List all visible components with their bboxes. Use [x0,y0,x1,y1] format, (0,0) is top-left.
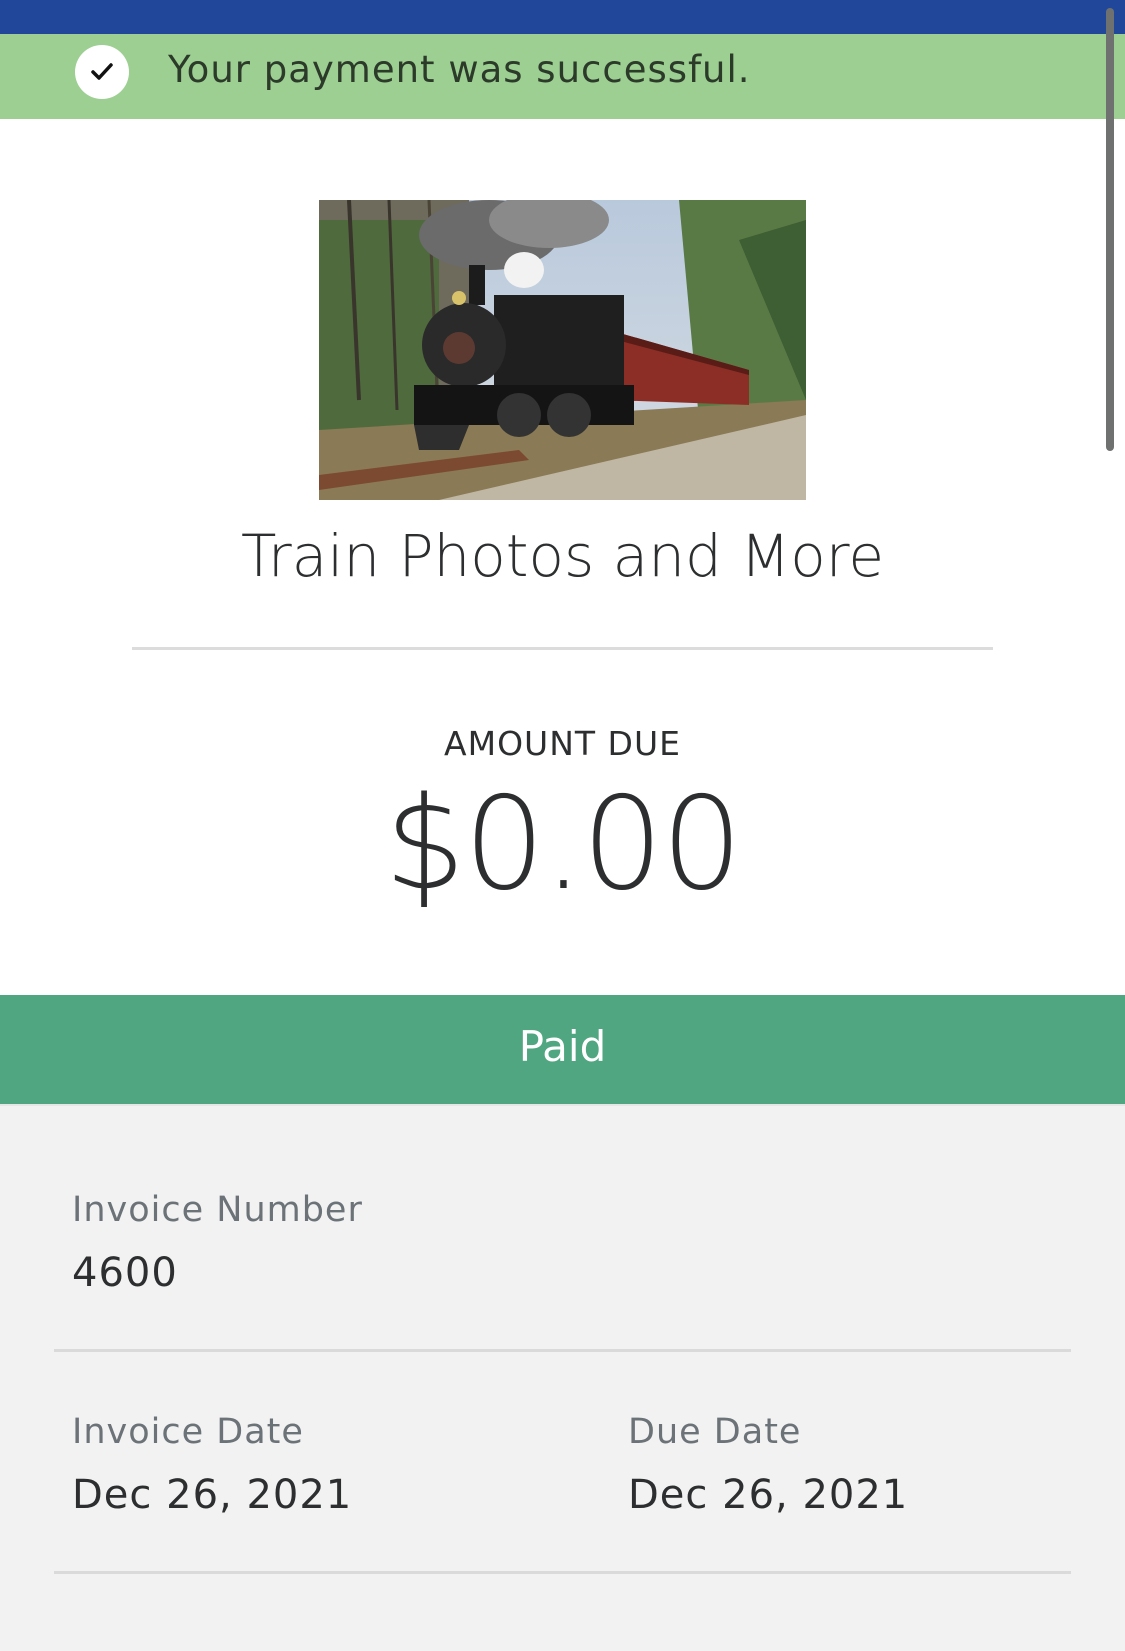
merchant-hero-image [319,200,806,500]
check-icon [91,63,113,80]
header-divider [132,647,993,650]
top-status-strip [0,0,1125,34]
success-check-badge [75,45,129,99]
invoice-details-panel [0,1104,1125,1651]
banner-message: Your payment was successful. [168,48,751,91]
details-divider [54,1349,1071,1352]
invoice-date-value: Dec 26, 2021 [72,1472,353,1518]
due-date-value: Dec 26, 2021 [628,1472,909,1518]
amount-due-label: AMOUNT DUE [444,724,681,763]
invoice-number-label: Invoice Number [72,1190,363,1230]
merchant-name: Train Photos and More [240,522,885,590]
paid-status-label: Paid [518,1022,607,1071]
details-divider-bottom [54,1571,1071,1574]
steam-locomotive-photo [319,200,806,500]
invoice-date-label: Invoice Date [72,1412,304,1452]
amount-due-value: $0.00 [384,770,742,919]
scrollbar[interactable] [1106,8,1114,451]
due-date-label: Due Date [628,1412,802,1452]
invoice-number-value: 4600 [72,1250,178,1296]
